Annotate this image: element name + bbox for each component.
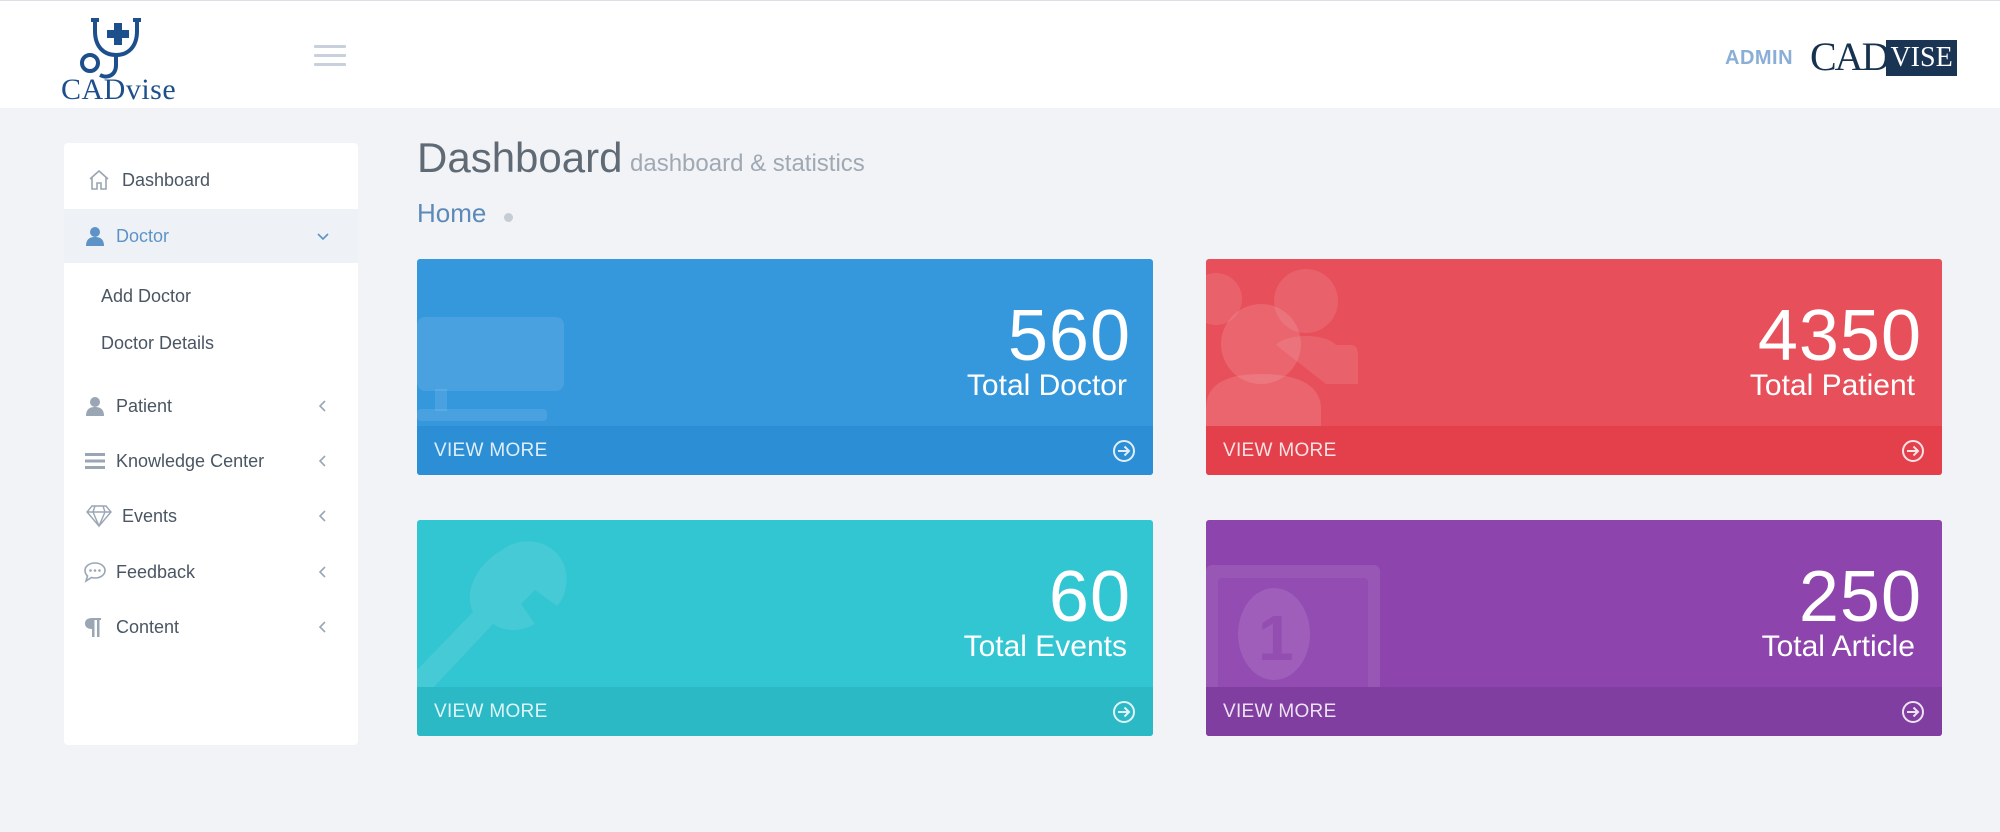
view-more-label: VIEW MORE: [434, 439, 548, 461]
arrow-circle-right-icon: [1902, 701, 1924, 723]
view-more-button[interactable]: VIEW MORE: [1206, 426, 1942, 475]
stat-label: Total Events: [963, 630, 1127, 663]
paragraph-icon: [80, 614, 106, 640]
submenu-add-doctor[interactable]: Add Doctor: [101, 286, 191, 307]
submenu-doctor-details[interactable]: Doctor Details: [101, 333, 214, 354]
chevron-down-icon: [317, 233, 329, 241]
admin-user-label[interactable]: ADMIN: [1725, 47, 1793, 70]
stat-card-patient: 4350 Total Patient VIEW MORE: [1206, 259, 1942, 475]
logo-text: CADvise: [61, 73, 177, 106]
sidebar-item-label: Knowledge Center: [116, 450, 265, 471]
stat-label: Total Article: [1761, 630, 1915, 663]
stat-number: 60: [1048, 557, 1131, 637]
view-more-label: VIEW MORE: [434, 700, 548, 722]
page-subtitle: dashboard & statistics: [630, 150, 865, 177]
page-title: Dashboard: [417, 134, 623, 181]
sidebar-item-label: Dashboard: [122, 169, 211, 190]
breadcrumb-home[interactable]: Home: [417, 198, 486, 229]
chevron-left-icon: [318, 455, 326, 467]
user-icon: [82, 393, 108, 419]
menu-toggle-icon[interactable]: [314, 45, 346, 67]
stat-label: Total Doctor: [966, 369, 1127, 402]
sidebar-item-label: Feedback: [116, 561, 196, 582]
wrench-icon: [417, 541, 567, 690]
arrow-circle-right-icon: [1113, 440, 1135, 462]
view-more-button[interactable]: VIEW MORE: [417, 426, 1153, 475]
breadcrumb-separator: [504, 213, 513, 222]
desktop-icon: [417, 317, 564, 421]
arrow-circle-right-icon: [1902, 440, 1924, 462]
stat-card-article: 1 250 Total Article VIEW MORE: [1206, 520, 1942, 736]
comment-icon: [82, 559, 108, 585]
stat-card-events: 60 Total Events VIEW MORE: [417, 520, 1153, 736]
sidebar-item-knowledge-center[interactable]: Knowledge Center: [64, 434, 358, 488]
sidebar-item-dashboard[interactable]: Dashboard: [64, 153, 358, 207]
chevron-left-icon: [318, 400, 326, 412]
sidebar-item-patient[interactable]: Patient: [64, 379, 358, 433]
sidebar-item-content[interactable]: Content: [64, 600, 358, 654]
sidebar-item-doctor[interactable]: Doctor: [64, 209, 358, 263]
view-more-label: VIEW MORE: [1223, 700, 1337, 722]
chevron-left-icon: [318, 621, 326, 633]
diamond-icon: [86, 503, 112, 529]
view-more-button[interactable]: VIEW MORE: [1206, 687, 1942, 736]
chevron-left-icon: [318, 510, 326, 522]
svg-text:1: 1: [1258, 602, 1294, 674]
stat-number: 4350: [1757, 296, 1922, 376]
top-header: CADvise ADMIN CADVISE: [0, 0, 2000, 108]
money-icon: 1: [1206, 565, 1380, 703]
stat-card-doctor: 560 Total Doctor VIEW MORE: [417, 259, 1153, 475]
view-more-button[interactable]: VIEW MORE: [417, 687, 1153, 736]
arrow-circle-right-icon: [1113, 701, 1135, 723]
view-more-label: VIEW MORE: [1223, 439, 1337, 461]
sidebar-item-feedback[interactable]: Feedback: [64, 545, 358, 599]
sidebar-nav: Dashboard Doctor Add Doctor Doctor Detai…: [64, 143, 358, 745]
list-icon: [82, 448, 108, 474]
home-icon: [86, 167, 112, 193]
sidebar-item-label: Patient: [116, 395, 173, 416]
user-icon: [82, 223, 108, 249]
chevron-left-icon: [318, 566, 326, 578]
sidebar-item-label: Content: [116, 616, 180, 637]
stat-label: Total Patient: [1749, 369, 1915, 402]
cadvise-brand-logo: CADVISE: [1810, 33, 1957, 80]
stat-number: 560: [1007, 296, 1131, 376]
stat-number: 250: [1798, 557, 1922, 637]
sidebar-item-events[interactable]: Events: [64, 489, 358, 543]
sidebar-item-label: Events: [122, 505, 178, 526]
sidebar-item-label: Doctor: [116, 225, 170, 246]
